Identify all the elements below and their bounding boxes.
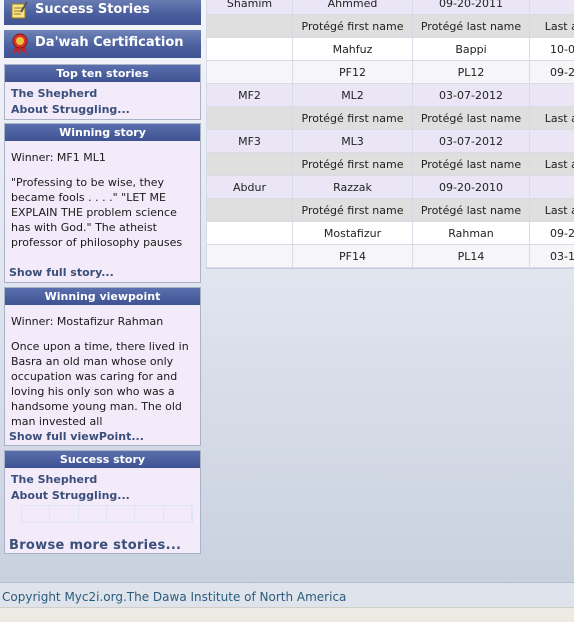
table-cell: Rahman xyxy=(413,222,530,245)
winning-story-title: Winning story xyxy=(5,124,200,141)
table-cell: Protégé first name xyxy=(293,15,413,38)
protege-header-row: Protégé first nameProtégé last nameLast … xyxy=(207,15,574,38)
winning-viewpoint-panel: Winning viewpoint Winner: Mostafizur Rah… xyxy=(4,287,201,446)
protege-header-row: Protégé first nameProtégé last nameLast … xyxy=(207,199,574,222)
table-cell: Last acti xyxy=(530,107,574,130)
table-cell: Protégé first name xyxy=(293,199,413,222)
empty-mini-table xyxy=(21,505,193,523)
table-cell: Mahfuz xyxy=(293,38,413,61)
table-cell: MF2 xyxy=(207,84,293,107)
table-cell xyxy=(530,0,574,15)
table-cell: Protégé first name xyxy=(293,153,413,176)
table-cell: Abdur xyxy=(207,176,293,199)
table-cell: 09-20-2011 xyxy=(413,0,530,15)
table-cell: 09-21- xyxy=(530,61,574,84)
table-cell xyxy=(207,107,293,130)
browse-more-stories-link[interactable]: Browse more stories... xyxy=(9,538,181,553)
table-cell xyxy=(207,15,293,38)
winning-viewpoint-excerpt: Once upon a time, there lived in Basra a… xyxy=(5,329,200,429)
table-cell: Protégé first name xyxy=(293,107,413,130)
table-cell: ML3 xyxy=(293,130,413,153)
table-cell: PL14 xyxy=(413,245,530,268)
copyright-text: Copyright Myc2i.org.The Dawa Institute o… xyxy=(2,590,346,604)
table-cell: Shamim xyxy=(207,0,293,15)
table-cell xyxy=(207,38,293,61)
table-cell: Mostafizur xyxy=(293,222,413,245)
table-cell: Last acti xyxy=(530,199,574,222)
story-link-about-struggling[interactable]: About Struggling... xyxy=(11,488,200,504)
protege-row: MahfuzBappi10-03- xyxy=(207,38,574,61)
protege-row: PF14PL1403-14- xyxy=(207,245,574,268)
dawah-certification-label: Da'wah Certification xyxy=(35,35,184,50)
notepad-icon xyxy=(10,0,30,20)
table-cell: Protégé last name xyxy=(413,199,530,222)
table-cell: PL12 xyxy=(413,61,530,84)
table-cell xyxy=(207,222,293,245)
table-cell xyxy=(207,153,293,176)
table-cell: 10-03- xyxy=(530,38,574,61)
mentor-row: MF2ML203-07-2012 xyxy=(207,84,574,107)
success-stories-label: Success Stories xyxy=(35,2,150,17)
table-cell xyxy=(530,130,574,153)
mentor-row: ShamimAhmmed09-20-2011 xyxy=(207,0,574,15)
table-cell: Last acti xyxy=(530,153,574,176)
success-stories-button[interactable]: Success Stories xyxy=(4,0,201,25)
protege-row: PF12PL1209-21- xyxy=(207,61,574,84)
table-cell: Bappi xyxy=(413,38,530,61)
protege-header-row: Protégé first nameProtégé last nameLast … xyxy=(207,107,574,130)
mentor-protege-table-container: ShamimAhmmed09-20-2011Protégé first name… xyxy=(206,0,574,269)
story-link-about-struggling[interactable]: About Struggling... xyxy=(11,102,200,118)
winning-story-excerpt: "Professing to be wise, they became fool… xyxy=(5,165,200,251)
table-cell: 09-20-2010 xyxy=(413,176,530,199)
winning-viewpoint-winner: Winner: Mostafizur Rahman xyxy=(5,305,200,329)
table-cell xyxy=(207,245,293,268)
award-ribbon-icon xyxy=(10,33,30,53)
show-full-story-link[interactable]: Show full story... xyxy=(9,266,114,279)
table-cell: Last acti xyxy=(530,15,574,38)
table-cell: 09-23- xyxy=(530,222,574,245)
table-cell: 03-07-2012 xyxy=(413,130,530,153)
dawah-certification-button[interactable]: Da'wah Certification xyxy=(4,30,201,58)
winning-viewpoint-title: Winning viewpoint xyxy=(5,288,200,305)
success-story-title: Success story xyxy=(5,451,200,468)
table-cell: ML2 xyxy=(293,84,413,107)
winning-story-panel: Winning story Winner: MF1 ML1 "Professin… xyxy=(4,123,201,283)
table-cell: 03-14- xyxy=(530,245,574,268)
success-story-panel: Success story The Shepherd About Struggl… xyxy=(4,450,201,554)
table-cell: 03-07-2012 xyxy=(413,84,530,107)
mentor-row: AbdurRazzak09-20-2010 xyxy=(207,176,574,199)
sidebar: Success Stories Da'wah Certification Top… xyxy=(0,0,205,582)
table-cell xyxy=(530,84,574,107)
show-full-viewpoint-link[interactable]: Show full viewPoint... xyxy=(9,430,144,443)
protege-header-row: Protégé first nameProtégé last nameLast … xyxy=(207,153,574,176)
footer: Copyright Myc2i.org.The Dawa Institute o… xyxy=(0,582,574,621)
table-cell: Protégé last name xyxy=(413,153,530,176)
top-ten-stories-panel: Top ten stories The Shepherd About Strug… xyxy=(4,64,201,120)
story-link-the-shepherd[interactable]: The Shepherd xyxy=(11,472,200,488)
table-cell xyxy=(207,61,293,84)
table-cell xyxy=(207,199,293,222)
mentor-protege-table: ShamimAhmmed09-20-2011Protégé first name… xyxy=(206,0,574,268)
table-cell: Razzak xyxy=(293,176,413,199)
table-cell: MF3 xyxy=(207,130,293,153)
table-cell: Protégé last name xyxy=(413,107,530,130)
table-cell: PF12 xyxy=(293,61,413,84)
winning-story-winner: Winner: MF1 ML1 xyxy=(5,141,200,165)
top-ten-stories-title: Top ten stories xyxy=(5,65,200,82)
table-cell: Ahmmed xyxy=(293,0,413,15)
story-link-the-shepherd[interactable]: The Shepherd xyxy=(11,86,200,102)
protege-row: MostafizurRahman09-23- xyxy=(207,222,574,245)
table-cell: Protégé last name xyxy=(413,15,530,38)
table-cell: PF14 xyxy=(293,245,413,268)
table-cell xyxy=(530,176,574,199)
mentor-row: MF3ML303-07-2012 xyxy=(207,130,574,153)
